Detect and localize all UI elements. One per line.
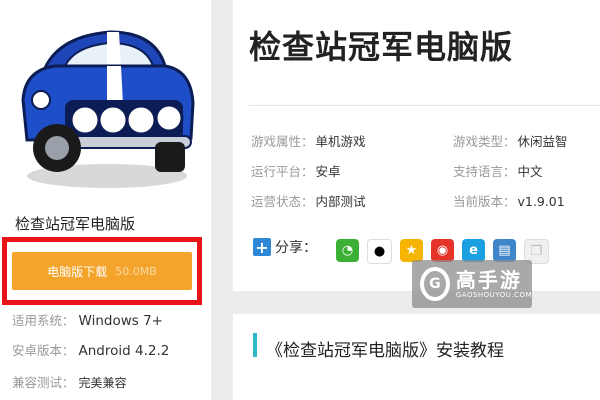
qzone-icon[interactable]: ★ <box>400 239 423 262</box>
attr-label: 支持语言： <box>453 164 516 179</box>
weibo-icon[interactable]: ◉ <box>431 239 454 262</box>
attr-status: 运营状态： 内部测试 <box>251 191 366 210</box>
print-icon[interactable]: ▤ <box>493 239 516 262</box>
attr-platform: 运行平台： 安卓 <box>251 161 341 180</box>
attr-label: 当前版本： <box>453 194 516 209</box>
page-title: 检查站冠军电脑版 <box>249 28 514 66</box>
qq-icon[interactable]: ● <box>367 239 392 264</box>
download-label: 电脑版下载 <box>47 264 108 279</box>
watermark-brand: 高手游 GAOSHOUYOU.COM <box>456 269 532 299</box>
attr-value: 中文 <box>517 164 543 179</box>
share-bar: + 分享： <box>253 237 317 257</box>
attr-game-type: 游戏类型： 休闲益智 <box>453 131 568 150</box>
attr-label: 游戏类型： <box>453 134 516 149</box>
attr-game-property: 游戏属性： 单机游戏 <box>251 131 366 150</box>
spec-compat-label: 兼容测试： <box>12 375 75 390</box>
spec-android-value: Android 4.2.2 <box>78 343 170 359</box>
attr-language: 支持语言： 中文 <box>453 161 543 180</box>
tencent-weibo-icon[interactable]: e <box>462 239 485 262</box>
download-button[interactable]: 电脑版下载 50.0MB <box>12 252 192 290</box>
attr-version: 当前版本： v1.9.01 <box>453 191 565 210</box>
share-label: 分享： <box>275 240 317 256</box>
watermark-cn: 高手游 <box>455 268 522 292</box>
tutorial-accent-bar <box>253 333 257 357</box>
spec-compat: 兼容测试： 完美兼容 <box>12 372 127 391</box>
spec-os: 适用系统： Windows 7+ <box>12 310 163 329</box>
spec-os-label: 适用系统： <box>12 313 75 328</box>
attr-value: 内部测试 <box>315 194 366 209</box>
divider <box>249 105 600 106</box>
spec-compat-value: 完美兼容 <box>78 376 127 390</box>
attr-label: 运行平台： <box>251 164 314 179</box>
spec-os-value: Windows 7+ <box>78 313 163 329</box>
attr-value: 休闲益智 <box>517 134 568 149</box>
app-icon <box>15 8 195 200</box>
plus-icon[interactable]: + <box>253 238 271 257</box>
app-name: 检查站冠军电脑版 <box>15 215 136 233</box>
tutorial-title[interactable]: 《检查站冠军电脑版》安装教程 <box>266 336 504 361</box>
download-size: 50.0MB <box>115 264 157 278</box>
gaoshouyou-logo-icon: G <box>420 267 450 301</box>
attr-label: 游戏属性： <box>251 134 314 149</box>
spec-android: 安卓版本： Android 4.2.2 <box>12 340 169 359</box>
watermark-en: GAOSHOUYOU.COM <box>455 291 532 299</box>
attr-value: 安卓 <box>315 164 341 179</box>
attr-value: v1.9.01 <box>517 194 565 209</box>
attr-label: 运营状态： <box>251 194 314 209</box>
attr-value: 单机游戏 <box>315 134 366 149</box>
wechat-icon[interactable]: ◔ <box>336 239 359 262</box>
watermark: G 高手游 GAOSHOUYOU.COM <box>412 260 532 308</box>
blue-muscle-car-icon <box>21 30 195 188</box>
spec-android-label: 安卓版本： <box>12 343 75 358</box>
